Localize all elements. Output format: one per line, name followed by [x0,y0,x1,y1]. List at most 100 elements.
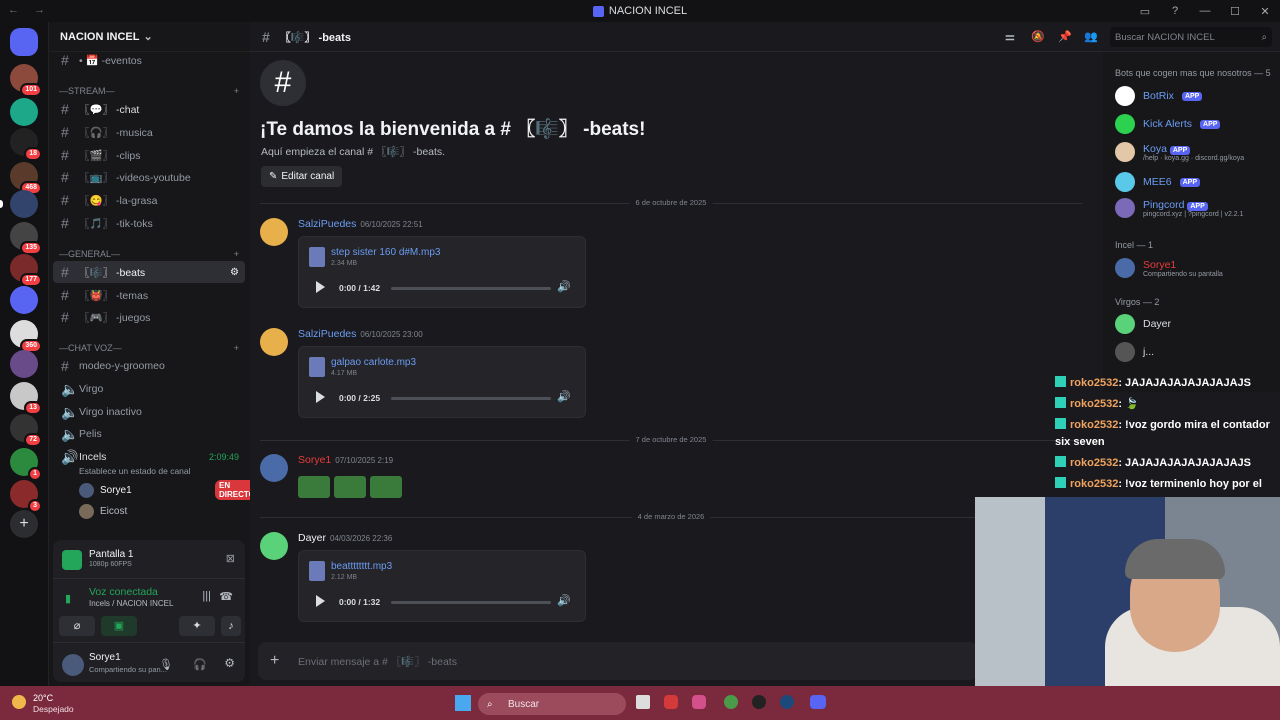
server-icon[interactable]: 468 [10,162,42,195]
add-server-icon[interactable]: + [10,510,38,538]
category-stream[interactable]: —STREAM— + [59,86,239,96]
steam-icon[interactable] [780,695,794,709]
server-icon[interactable] [10,286,38,314]
voice-channel-incels[interactable]: 🔊 Incels 2:09:49 [53,446,245,468]
category-general[interactable]: —GENERAL— + [59,249,239,259]
add-attachment-icon[interactable]: + [270,652,279,670]
windows-start-icon[interactable] [455,695,471,711]
category-chat-voz[interactable]: —CHAT VOZ— + [59,343,239,353]
play-icon[interactable] [316,281,325,293]
server-icon[interactable]: 1 [10,448,42,481]
task-view-icon[interactable] [636,695,650,709]
progress-bar[interactable] [391,287,551,290]
add-channel-icon[interactable]: + [234,86,239,96]
discord-taskbar-icon[interactable] [810,695,826,709]
minimize-button[interactable]: — [1190,5,1220,17]
taskbar-search[interactable]: ⌕ Buscar [478,693,626,715]
voice-channel-virgo-inactivo[interactable]: 🔈 Virgo inactivo [53,401,245,423]
server-icon[interactable]: 135 [10,222,42,255]
add-channel-icon[interactable]: + [234,343,239,353]
app-icon[interactable] [752,695,766,709]
custom-emoji-icon[interactable] [370,476,402,498]
noise-suppression-icon[interactable]: ||| [202,590,211,602]
channel-modeo-y-groomeo[interactable]: # modeo-y-groomeo [53,355,245,377]
file-name[interactable]: step sister 160 d#M.mp3 [331,247,441,258]
channel-musica[interactable]: # 〖🎧〗 -musica [53,121,245,143]
channel-videos-youtube[interactable]: # 〖📺〗 -videos-youtube [53,166,245,188]
custom-emoji-icon[interactable] [298,476,330,498]
instagram-icon[interactable] [692,695,706,709]
member-item[interactable]: BotRix APP [1115,86,1203,106]
add-channel-icon[interactable]: + [234,249,239,259]
disconnect-icon[interactable]: ☎ [219,590,233,603]
user-avatar[interactable] [62,654,84,676]
server-icon[interactable]: 3 [10,480,42,513]
avatar[interactable] [260,454,288,482]
inbox-icon[interactable]: ▭ [1130,5,1160,18]
avatar[interactable] [260,328,288,356]
volume-icon[interactable]: 🔊 [557,594,571,607]
activities-button[interactable]: ✦ [179,616,215,636]
nav-arrows[interactable]: ← → [8,4,51,16]
avatar[interactable] [260,218,288,246]
message-author[interactable]: SalziPuedes [298,218,356,230]
voice-channel-virgo[interactable]: 🔈 Virgo [53,378,245,400]
avatar[interactable] [260,532,288,560]
camera-off-button[interactable]: ⌀ [59,616,95,636]
chrome-icon[interactable] [724,695,738,709]
discord-home-icon[interactable] [10,28,38,56]
server-icon[interactable] [10,98,38,126]
server-icon[interactable]: 72 [10,414,42,447]
member-item[interactable]: Sorye1 Compartiendo su pantalla [1115,258,1223,278]
share-screen-button[interactable]: ▣ [101,616,137,636]
server-icon[interactable]: 177 [10,254,42,287]
microphone-icon[interactable]: 🎙 [159,658,173,671]
member-item[interactable]: j... [1115,342,1154,362]
play-icon[interactable] [316,391,325,403]
custom-emoji-icon[interactable] [334,476,366,498]
channel-chat[interactable]: # 〖💬〗 -chat [53,98,245,120]
message-author[interactable]: Dayer [298,532,326,544]
stop-stream-icon[interactable]: ⊠ [226,552,235,565]
volume-icon[interactable]: 🔊 [557,390,571,403]
member-item[interactable]: Koya APP/help · koya.gg · discord.gg/koy… [1115,142,1244,162]
search-input[interactable]: Buscar NACION INCEL ⌕ [1110,27,1272,47]
threads-icon[interactable]: ⚌ [1005,30,1015,43]
notifications-muted-icon[interactable]: 🔕 [1031,30,1045,43]
weather-icon[interactable] [12,695,26,709]
member-item[interactable]: MEE6 APP [1115,172,1200,192]
message-author[interactable]: SalziPuedes [298,328,356,340]
channel-la-grasa[interactable]: # 〖😋〗 -la-grasa [53,189,245,211]
member-item[interactable]: Kick Alerts APP [1115,114,1221,134]
channel-temas[interactable]: # 〖👹〗 -temas [53,284,245,306]
maximize-button[interactable]: ☐ [1220,5,1250,18]
voice-status[interactable]: Voz conectada [89,586,158,598]
voice-channel-pelis[interactable]: 🔈 Pelis [53,423,245,445]
member-item[interactable]: Pingcord APP pingcord.xyz | ?pingcord | v… [1115,198,1244,218]
edit-channel-button[interactable]: ✎ Editar canal [261,166,343,187]
channel-status[interactable]: Establece un estado de canal [79,466,191,476]
voice-user[interactable]: Eicost [79,501,127,521]
settings-icon[interactable]: ⚙ [224,656,235,670]
pin-icon[interactable]: 📌 [1058,30,1072,43]
server-icon[interactable]: 101 [10,64,42,97]
voice-user[interactable]: Sorye1 EN DIRECTO [79,480,259,500]
server-header[interactable]: NACION INCEL ⌄ [49,22,251,52]
member-list-icon[interactable]: 👥 [1084,30,1098,43]
file-name[interactable]: beatttttttt.mp3 [331,561,392,572]
play-icon[interactable] [316,595,325,607]
file-name[interactable]: galpao carlote.mp3 [331,357,416,368]
message-input[interactable]: + Enviar mensaje a # 〖🎼〗 -beats [258,642,978,680]
member-item[interactable]: Dayer [1115,314,1171,334]
close-button[interactable]: ✕ [1250,5,1280,18]
settings-icon[interactable]: ⚙ [230,267,239,278]
signal-icon[interactable]: ▮ [65,592,71,605]
app-icon[interactable] [664,695,678,709]
volume-icon[interactable]: 🔊 [557,280,571,293]
channel-clips[interactable]: # 〖🎬〗 -clips [53,144,245,166]
server-icon[interactable]: 360 [10,320,42,353]
progress-bar[interactable] [391,397,551,400]
headphones-icon[interactable]: 🎧 [193,658,207,671]
soundboard-button[interactable]: ♪ [221,616,241,636]
server-icon-nacion-incel[interactable] [10,190,38,218]
